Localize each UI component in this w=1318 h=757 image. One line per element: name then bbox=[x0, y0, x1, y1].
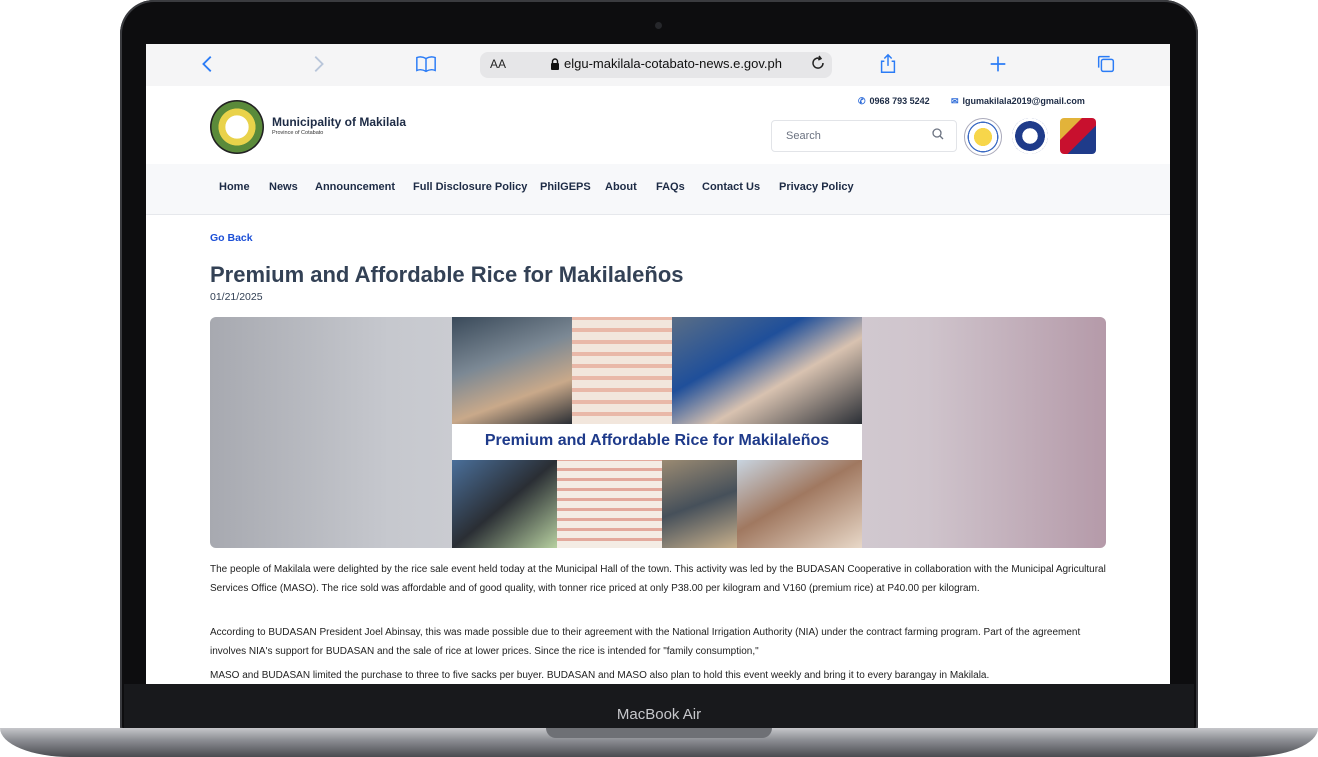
government-seal-icon bbox=[964, 118, 1002, 156]
url-text: elgu-makilala-cotabato-news.e.gov.ph bbox=[564, 56, 782, 71]
main-navigation: Home News Announcement Full Disclosure P… bbox=[146, 164, 1170, 215]
site-province: Province of Cotabato bbox=[272, 130, 324, 136]
forward-chevron-icon[interactable] bbox=[306, 53, 330, 77]
agency-seal-icon bbox=[1012, 118, 1048, 154]
search-box[interactable]: Search bbox=[771, 120, 957, 152]
article-hero-image[interactable]: Premium and Affordable Rice for Makilale… bbox=[452, 317, 862, 548]
photo-truck-unloading bbox=[662, 460, 737, 548]
article-title: Premium and Affordable Rice for Makilale… bbox=[210, 262, 684, 287]
device-label: MacBook Air bbox=[616, 706, 702, 723]
email-address: lgumakilala2019@gmail.com bbox=[962, 96, 1085, 106]
nav-item-contact-us[interactable]: Contact Us bbox=[702, 181, 760, 193]
browser-toolbar: AA elgu-makilala-cotabato-news.e.gov.ph bbox=[146, 44, 1170, 87]
search-icon[interactable] bbox=[932, 128, 944, 143]
screen: AA elgu-makilala-cotabato-news.e.gov.ph … bbox=[146, 44, 1170, 684]
hero-image-container: Premium and Affordable Rice for Makilale… bbox=[210, 317, 1106, 548]
nav-item-full-disclosure-policy[interactable]: Full Disclosure Policy bbox=[413, 181, 527, 193]
photo-rice-buyers bbox=[452, 317, 572, 424]
site-name[interactable]: Municipality of Makilala bbox=[272, 115, 406, 129]
mail-icon: ✉ bbox=[951, 96, 959, 106]
tabs-overview-icon[interactable] bbox=[1094, 53, 1118, 77]
photo-rice-sacks bbox=[572, 317, 672, 424]
photo-officials-speaking bbox=[672, 317, 862, 424]
bagong-pilipinas-logo-icon bbox=[1060, 118, 1096, 154]
back-chevron-icon[interactable] bbox=[196, 53, 220, 77]
municipal-seal-logo[interactable] bbox=[210, 100, 264, 154]
nav-item-philgeps[interactable]: PhilGEPS bbox=[540, 181, 591, 193]
photo-sack-carrying bbox=[452, 460, 557, 548]
photo-registration-table bbox=[737, 460, 862, 548]
camera-icon bbox=[655, 22, 662, 29]
bookmarks-book-icon[interactable] bbox=[414, 53, 438, 77]
nav-item-about[interactable]: About bbox=[605, 181, 637, 193]
nav-item-privacy-policy[interactable]: Privacy Policy bbox=[779, 181, 854, 193]
phone-contact[interactable]: ✆ 0968 793 5242 bbox=[858, 96, 930, 107]
nav-item-faqs[interactable]: FAQs bbox=[656, 181, 685, 193]
text-size-button[interactable]: AA bbox=[490, 57, 506, 71]
go-back-link[interactable]: Go Back bbox=[210, 232, 253, 244]
share-icon[interactable] bbox=[876, 53, 900, 77]
image-banner-text: Premium and Affordable Rice for Makilale… bbox=[484, 432, 830, 449]
article-paragraph: The people of Makilala were delighted by… bbox=[210, 564, 1106, 594]
phone-icon: ✆ bbox=[858, 96, 866, 106]
lock-icon bbox=[550, 57, 560, 75]
new-tab-plus-icon[interactable] bbox=[986, 53, 1010, 77]
reload-icon[interactable] bbox=[810, 55, 826, 76]
address-bar[interactable]: AA elgu-makilala-cotabato-news.e.gov.ph bbox=[480, 52, 832, 78]
image-banner: Premium and Affordable Rice for Makilale… bbox=[452, 424, 862, 460]
article-paragraph: MASO and BUDASAN limited the purchase to… bbox=[210, 670, 990, 681]
phone-number: 0968 793 5242 bbox=[869, 96, 930, 106]
nav-item-home[interactable]: Home bbox=[219, 181, 250, 193]
laptop-notch bbox=[546, 728, 772, 738]
nav-item-news[interactable]: News bbox=[269, 181, 298, 193]
nav-item-announcement[interactable]: Announcement bbox=[315, 181, 395, 193]
email-contact[interactable]: ✉ lgumakilala2019@gmail.com bbox=[951, 96, 1085, 107]
article-date: 01/21/2025 bbox=[210, 291, 263, 303]
photo-truck-rice bbox=[557, 460, 662, 548]
article-paragraph: According to BUDASAN President Joel Abin… bbox=[210, 627, 1081, 657]
site-header: Municipality of Makilala Province of Cot… bbox=[146, 86, 1170, 164]
search-input[interactable]: Search bbox=[786, 130, 821, 142]
